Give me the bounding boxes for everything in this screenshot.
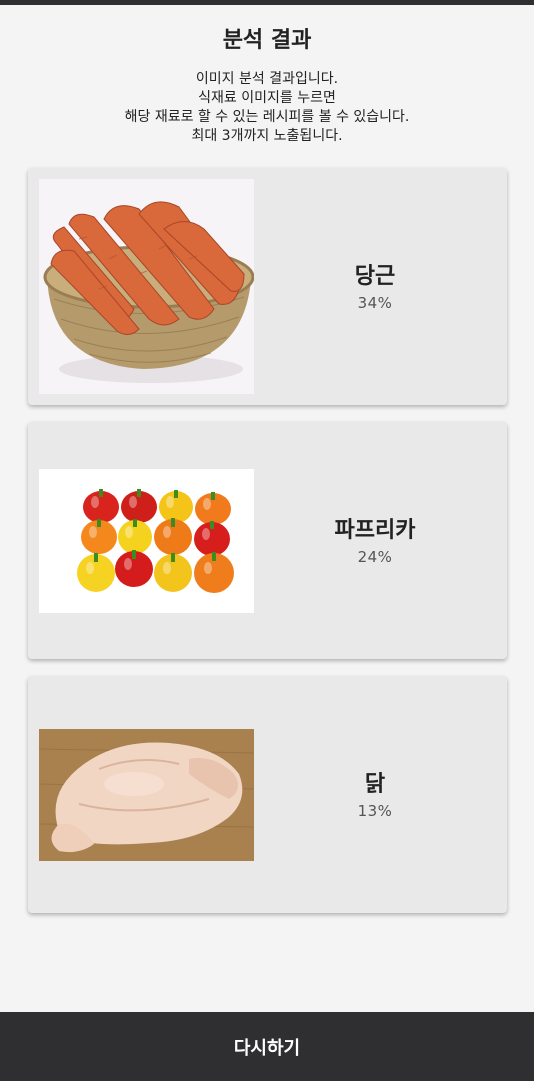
result-card-carrot[interactable]: 당근 34%: [28, 168, 507, 405]
result-card-chicken[interactable]: 닭 13%: [28, 676, 507, 913]
match-percent: 24%: [357, 547, 393, 566]
page-description: 이미지 분석 결과입니다. 식재료 이미지를 누르면 해당 재료로 할 수 있는…: [0, 70, 534, 146]
paprika-image[interactable]: [39, 469, 254, 613]
description-line: 식재료 이미지를 누르면: [198, 90, 336, 106]
description-line: 해당 재료로 할 수 있는 레시피를 볼 수 있습니다.: [124, 109, 410, 125]
description-line: 이미지 분석 결과입니다.: [195, 71, 339, 87]
result-info: 닭 13%: [285, 676, 465, 913]
ingredient-name: 닭: [364, 771, 386, 797]
match-percent: 34%: [357, 293, 393, 312]
description-line: 최대 3개까지 노출됩니다.: [191, 128, 343, 144]
chicken-image[interactable]: [39, 729, 254, 861]
result-card-paprika[interactable]: 파프리카 24%: [28, 422, 507, 659]
status-bar: [0, 0, 534, 5]
retry-button[interactable]: 다시하기: [0, 1012, 534, 1081]
ingredient-name: 파프리카: [334, 517, 416, 543]
page-title: 분석 결과: [222, 28, 312, 53]
match-percent: 13%: [357, 801, 393, 820]
result-info: 당근 34%: [285, 168, 465, 405]
carrot-image[interactable]: [39, 179, 254, 394]
ingredient-name: 당근: [354, 263, 396, 289]
result-info: 파프리카 24%: [285, 422, 465, 659]
